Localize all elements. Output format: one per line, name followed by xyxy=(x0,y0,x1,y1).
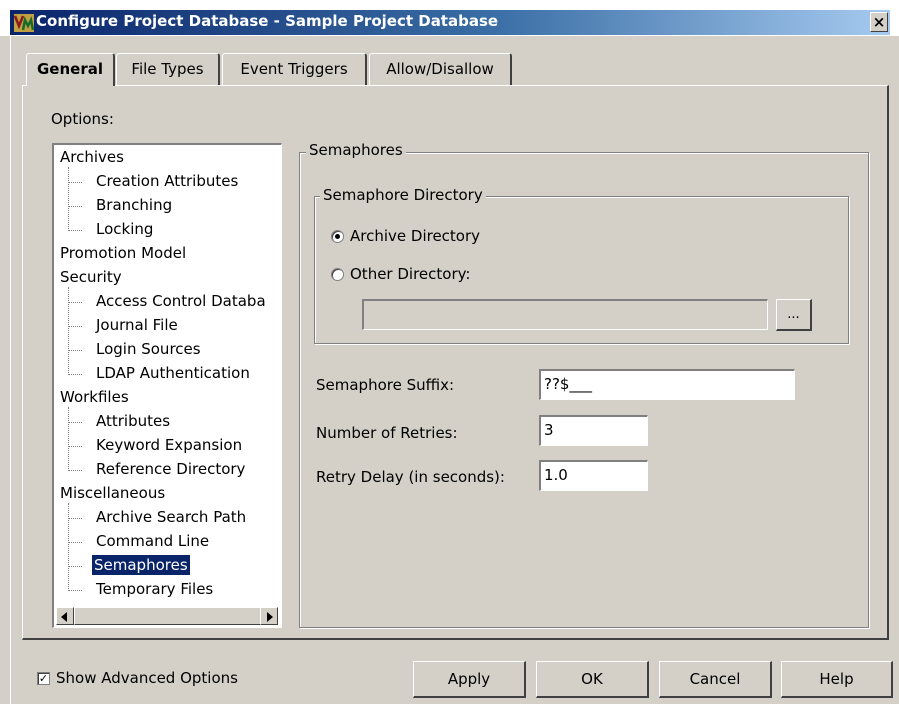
tree-connector xyxy=(68,407,69,471)
tree-connector xyxy=(68,422,82,423)
tree-connector xyxy=(68,446,82,447)
tree-connector xyxy=(68,542,82,543)
scroll-right-button[interactable] xyxy=(260,607,278,625)
retry-delay-label: Retry Delay (in seconds): xyxy=(316,468,505,486)
tree-connector xyxy=(68,230,82,231)
tree-connector xyxy=(68,206,82,207)
tree-connector xyxy=(68,302,82,303)
archive-directory-label[interactable]: Archive Directory xyxy=(350,227,480,245)
tree-item-ldap[interactable]: LDAP Authentication xyxy=(96,363,250,383)
other-directory-field[interactable] xyxy=(362,299,768,330)
tree-connector xyxy=(68,167,69,231)
tree-item-branching[interactable]: Branching xyxy=(96,195,172,215)
show-advanced-checkbox[interactable]: ✓ xyxy=(37,672,50,685)
tree-item-attributes[interactable]: Attributes xyxy=(96,411,170,431)
cancel-button[interactable]: Cancel xyxy=(659,661,772,698)
options-tree[interactable]: Archives Creation Attributes Branching L… xyxy=(52,143,282,628)
radio-selected-icon xyxy=(335,234,340,239)
number-of-retries-label: Number of Retries: xyxy=(316,424,458,442)
retry-delay-input[interactable]: 1.0 xyxy=(539,460,648,491)
tab-event-triggers[interactable]: Event Triggers xyxy=(222,53,367,85)
help-button[interactable]: Help xyxy=(781,661,893,698)
tree-horizontal-scrollbar[interactable] xyxy=(56,607,278,625)
window-border xyxy=(10,35,11,704)
tree-item-archives[interactable]: Archives xyxy=(60,147,124,167)
tree-connector xyxy=(68,287,69,375)
tree-item-command-line[interactable]: Command Line xyxy=(96,531,209,551)
tree-item-temporary-files[interactable]: Temporary Files xyxy=(96,579,213,599)
other-directory-label[interactable]: Other Directory: xyxy=(350,265,470,283)
tree-item-keyword-expansion[interactable]: Keyword Expansion xyxy=(96,435,242,455)
app-icon xyxy=(13,14,35,32)
scrollbar-thumb[interactable] xyxy=(74,607,266,625)
browse-button[interactable]: ... xyxy=(776,299,812,331)
archive-directory-radio[interactable] xyxy=(331,230,344,243)
tree-item-login-sources[interactable]: Login Sources xyxy=(96,339,201,359)
tree-item-promotion-model[interactable]: Promotion Model xyxy=(60,243,186,263)
scroll-left-button[interactable] xyxy=(56,607,74,625)
close-button[interactable]: × xyxy=(870,12,888,32)
ok-button[interactable]: OK xyxy=(536,661,649,698)
tree-item-creation-attributes[interactable]: Creation Attributes xyxy=(96,171,238,191)
tree-item-security[interactable]: Security xyxy=(60,267,122,287)
options-label: Options: xyxy=(51,110,114,128)
tree-connector xyxy=(68,326,82,327)
tree-item-semaphores[interactable]: Semaphores xyxy=(92,555,190,575)
semaphore-suffix-input[interactable]: ??$___ xyxy=(539,369,795,400)
semaphore-directory-title: Semaphore Directory xyxy=(320,186,486,204)
tab-general[interactable]: General xyxy=(26,53,115,86)
tree-connector xyxy=(68,590,82,591)
tab-file-types[interactable]: File Types xyxy=(116,53,220,85)
other-directory-radio[interactable] xyxy=(331,268,344,281)
tree-connector xyxy=(68,374,82,375)
apply-button[interactable]: Apply xyxy=(413,661,526,698)
tree-item-access-control[interactable]: Access Control Databa xyxy=(96,291,266,311)
show-advanced-label[interactable]: Show Advanced Options xyxy=(56,669,238,687)
number-of-retries-input[interactable]: 3 xyxy=(539,415,648,446)
window-title: Configure Project Database - Sample Proj… xyxy=(36,12,499,30)
tree-item-locking[interactable]: Locking xyxy=(96,219,153,239)
tree-connector xyxy=(68,182,82,183)
arrow-right-icon xyxy=(267,612,273,622)
semaphore-suffix-label: Semaphore Suffix: xyxy=(316,376,455,394)
semaphores-group-title: Semaphores xyxy=(306,141,406,159)
arrow-left-icon xyxy=(61,612,67,622)
close-icon: × xyxy=(872,13,886,31)
tree-connector xyxy=(68,350,82,351)
tree-item-miscellaneous[interactable]: Miscellaneous xyxy=(60,483,165,503)
tree-connector xyxy=(68,518,82,519)
tree-item-workfiles[interactable]: Workfiles xyxy=(60,387,129,407)
tree-connector xyxy=(68,566,82,567)
tree-item-archive-search-path[interactable]: Archive Search Path xyxy=(96,507,246,527)
tree-connector xyxy=(68,470,82,471)
tree-item-reference-directory[interactable]: Reference Directory xyxy=(96,459,245,479)
tree-item-journal-file[interactable]: Journal File xyxy=(96,315,178,335)
tab-allow-disallow[interactable]: Allow/Disallow xyxy=(369,53,512,85)
tree-connector xyxy=(68,503,69,591)
checkmark-icon: ✓ xyxy=(38,672,49,685)
